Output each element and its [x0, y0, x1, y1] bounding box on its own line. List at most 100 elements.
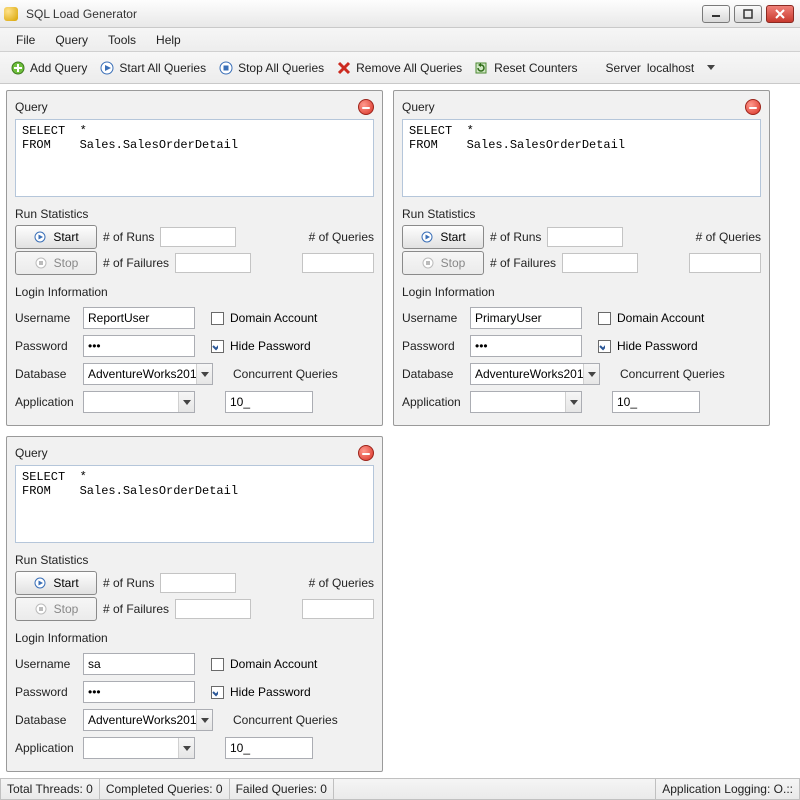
menu-query[interactable]: Query [45, 30, 98, 50]
login-info-label: Login Information [402, 283, 761, 301]
sql-textarea[interactable]: SELECT * FROM Sales.SalesOrderDetail [15, 119, 374, 197]
play-icon [33, 576, 47, 590]
server-input[interactable] [645, 59, 703, 77]
stop-icon [218, 60, 234, 76]
hide-password-label: Hide Password [230, 339, 311, 353]
application-combo[interactable] [83, 391, 195, 413]
num-failures-value [175, 599, 251, 619]
remove-all-button[interactable]: Remove All Queries [332, 58, 466, 78]
password-label: Password [402, 339, 464, 353]
minimize-button[interactable] [702, 5, 730, 23]
panel-title: Query [402, 100, 745, 114]
menu-tools[interactable]: Tools [98, 30, 146, 50]
panel-title: Query [15, 446, 358, 460]
chevron-down-icon [565, 392, 581, 412]
num-runs-value [160, 573, 236, 593]
chevron-down-icon [196, 364, 212, 384]
stop-button[interactable]: Stop [402, 251, 484, 275]
status-app-logging: Application Logging: O.:: [656, 779, 800, 800]
password-input[interactable] [83, 681, 195, 703]
chevron-down-icon [196, 710, 212, 730]
close-button[interactable] [766, 5, 794, 23]
start-button[interactable]: Start [402, 225, 484, 249]
concurrent-queries-input[interactable]: 10_ [612, 391, 700, 413]
sql-textarea[interactable]: SELECT * FROM Sales.SalesOrderDetail [15, 465, 374, 543]
chevron-down-icon [178, 392, 194, 412]
menu-file[interactable]: File [6, 30, 45, 50]
domain-account-checkbox[interactable] [211, 312, 224, 325]
domain-account-checkbox[interactable] [598, 312, 611, 325]
server-dropdown-icon[interactable] [707, 65, 717, 70]
status-total-threads: Total Threads: 0 [0, 779, 100, 800]
hide-password-checkbox[interactable] [598, 340, 611, 353]
menu-help[interactable]: Help [146, 30, 191, 50]
database-combo[interactable]: AdventureWorks201 [83, 709, 213, 731]
num-failures-value [175, 253, 251, 273]
database-combo[interactable]: AdventureWorks201 [470, 363, 600, 385]
num-runs-label: # of Runs [490, 230, 541, 244]
domain-account-label: Domain Account [230, 657, 317, 671]
sql-textarea[interactable]: SELECT * FROM Sales.SalesOrderDetail [402, 119, 761, 197]
stop-icon [421, 256, 435, 270]
password-label: Password [15, 685, 77, 699]
concurrent-queries-label: Concurrent Queries [233, 713, 295, 727]
application-label: Application [402, 395, 464, 409]
refresh-icon [474, 60, 490, 76]
stop-icon [34, 256, 48, 270]
num-queries-label: # of Queries [309, 576, 374, 590]
password-input[interactable] [83, 335, 195, 357]
username-input[interactable] [470, 307, 582, 329]
database-combo[interactable]: AdventureWorks201 [83, 363, 213, 385]
concurrent-queries-label: Concurrent Queries [620, 367, 682, 381]
num-failures-value [562, 253, 638, 273]
play-icon [33, 230, 47, 244]
username-label: Username [15, 657, 77, 671]
remove-panel-button[interactable] [358, 99, 374, 115]
add-query-button[interactable]: Add Query [6, 58, 91, 78]
chevron-down-icon [178, 738, 194, 758]
run-statistics-label: Run Statistics [15, 205, 374, 223]
num-queries-label: # of Queries [696, 230, 761, 244]
domain-account-label: Domain Account [617, 311, 704, 325]
start-all-button[interactable]: Start All Queries [95, 58, 210, 78]
stop-all-button[interactable]: Stop All Queries [214, 58, 328, 78]
window-title: SQL Load Generator [22, 7, 702, 21]
server-label: Server [606, 61, 641, 75]
num-runs-value [160, 227, 236, 247]
stop-button[interactable]: Stop [15, 251, 97, 275]
login-info-label: Login Information [15, 629, 374, 647]
username-label: Username [15, 311, 77, 325]
login-info-label: Login Information [15, 283, 374, 301]
username-input[interactable] [83, 307, 195, 329]
maximize-button[interactable] [734, 5, 762, 23]
database-label: Database [15, 713, 77, 727]
status-completed-queries: Completed Queries: 0 [100, 779, 230, 800]
num-runs-label: # of Runs [103, 230, 154, 244]
stop-button[interactable]: Stop [15, 597, 97, 621]
remove-panel-button[interactable] [358, 445, 374, 461]
password-input[interactable] [470, 335, 582, 357]
query-panel: Query SELECT * FROM Sales.SalesOrderDeta… [6, 90, 383, 426]
play-icon [99, 60, 115, 76]
remove-panel-button[interactable] [745, 99, 761, 115]
start-button[interactable]: Start [15, 225, 97, 249]
username-input[interactable] [83, 653, 195, 675]
query-panel: Query SELECT * FROM Sales.SalesOrderDeta… [393, 90, 770, 426]
start-button[interactable]: Start [15, 571, 97, 595]
domain-account-checkbox[interactable] [211, 658, 224, 671]
num-runs-label: # of Runs [103, 576, 154, 590]
application-combo[interactable] [83, 737, 195, 759]
hide-password-checkbox[interactable] [211, 340, 224, 353]
username-label: Username [402, 311, 464, 325]
application-combo[interactable] [470, 391, 582, 413]
plus-icon [10, 60, 26, 76]
status-failed-queries: Failed Queries: 0 [230, 779, 334, 800]
hide-password-checkbox[interactable] [211, 686, 224, 699]
play-icon [420, 230, 434, 244]
num-queries-value [302, 253, 374, 273]
concurrent-queries-input[interactable]: 10_ [225, 737, 313, 759]
reset-counters-button[interactable]: Reset Counters [470, 58, 581, 78]
hide-password-label: Hide Password [617, 339, 698, 353]
concurrent-queries-input[interactable]: 10_ [225, 391, 313, 413]
num-failures-label: # of Failures [103, 602, 169, 616]
